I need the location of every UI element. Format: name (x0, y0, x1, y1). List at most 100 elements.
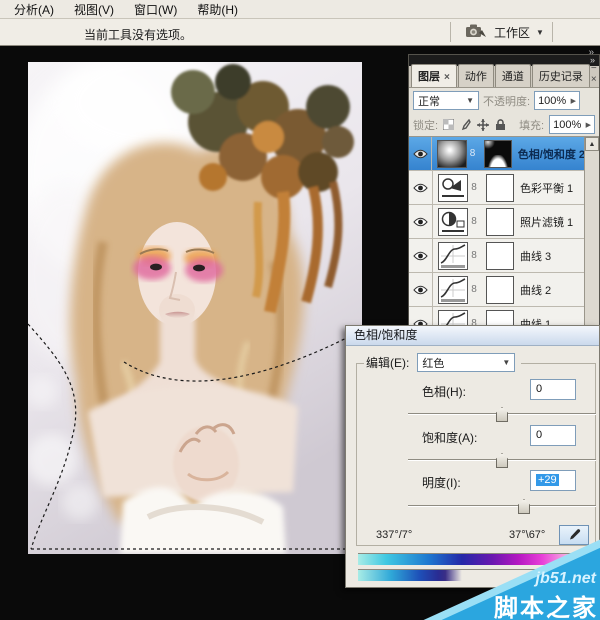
hue-spectrum-bar-top (358, 553, 594, 565)
layer-row-curves-2[interactable]: 8 曲线 2 (409, 273, 585, 307)
options-separator (450, 22, 451, 42)
mask-link-icon[interactable]: 8 (470, 182, 478, 193)
blend-mode-select[interactable]: 正常 ▼ (413, 91, 479, 110)
options-separator-2 (552, 22, 553, 42)
edit-label: 编辑(E): (364, 354, 411, 371)
saturation-slider-thumb[interactable] (496, 453, 508, 468)
menu-view[interactable]: 视图(V) (64, 0, 124, 20)
layer-row-hue-saturation-2[interactable]: 8 色相/饱和度 2 (409, 137, 585, 171)
hue-label: 色相(H): (422, 383, 466, 400)
panel-tabs: 图层 × 动作 通道 历史记录 − × (409, 66, 599, 88)
lock-all-padlock-icon[interactable] (495, 119, 506, 131)
tab-layers[interactable]: 图层 × (411, 64, 457, 87)
opacity-label: 不透明度: (483, 93, 530, 109)
layer-mask-thumbnail[interactable] (486, 276, 514, 304)
adjustment-thumbnail-curves[interactable] (438, 242, 468, 270)
hue-input[interactable]: 0 (530, 379, 576, 400)
fill-value: 100% (553, 119, 581, 131)
fill-input[interactable]: 100% ▶ (549, 115, 595, 134)
panel-window-controls[interactable]: − × (591, 63, 600, 87)
range-degrees-right: 37°\67° (509, 529, 545, 541)
tab-history[interactable]: 历史记录 (532, 64, 590, 87)
lock-pixels-brush-icon[interactable] (460, 119, 471, 131)
tab-actions[interactable]: 动作 (458, 64, 494, 87)
layer-name: 色彩平衡 1 (520, 180, 573, 196)
tool-options-message: 当前工具没有选项。 (84, 26, 192, 43)
layer-row-color-balance-1[interactable]: 8 色彩平衡 1 (409, 171, 585, 205)
range-degrees-left: 337°/7° (376, 529, 412, 541)
lock-row: 锁定: 填充: 100% ▶ (409, 113, 599, 137)
layer-row-photo-filter-1[interactable]: 8 照片滤镜 1 (409, 205, 585, 239)
visibility-eye-icon[interactable] (409, 273, 433, 306)
blend-mode-row: 正常 ▼ 不透明度: 100% ▶ (409, 88, 599, 113)
layer-name: 曲线 2 (520, 282, 551, 298)
edit-caret-icon: ▼ (502, 358, 510, 367)
layer-mask-thumbnail[interactable] (486, 174, 514, 202)
menu-bar: 分析(A) 视图(V) 窗口(W) 帮助(H) (0, 0, 600, 19)
saturation-slider[interactable] (408, 452, 596, 468)
workspace-button[interactable]: 工作区 ▼ (458, 22, 552, 43)
blend-mode-value: 正常 (418, 93, 440, 109)
layer-name: 照片滤镜 1 (520, 214, 573, 230)
fill-slider-arrow-icon[interactable]: ▶ (586, 121, 591, 129)
visibility-eye-icon[interactable] (409, 137, 432, 170)
lock-transparency-icon[interactable] (443, 119, 454, 130)
dialog-title[interactable]: 色相/饱和度 (346, 326, 599, 346)
layer-mask-thumbnail[interactable] (486, 242, 514, 270)
opacity-value: 100% (538, 95, 566, 107)
hue-saturation-dialog: 色相/饱和度 编辑(E): 红色 ▼ 色相(H): 0 饱和度(A): 0 明度… (345, 325, 600, 588)
photoshop-window: 分析(A) 视图(V) 窗口(W) 帮助(H) 当前工具没有选项。 工作区 ▼ (0, 0, 600, 620)
lock-label: 锁定: (413, 117, 438, 133)
fill-label: 填充: (519, 117, 544, 133)
tab-close-icon[interactable]: × (444, 72, 450, 83)
saturation-input[interactable]: 0 (530, 425, 576, 446)
adjustment-thumbnail-color-balance[interactable] (438, 174, 468, 202)
opacity-input[interactable]: 100% ▶ (534, 91, 580, 110)
tab-layers-label: 图层 (418, 71, 440, 83)
lightness-label: 明度(I): (422, 474, 461, 491)
mask-link-icon[interactable]: 8 (469, 148, 477, 159)
hue-spectrum-bar-bottom (358, 569, 594, 581)
mask-link-icon[interactable]: 8 (470, 284, 478, 295)
hue-slider-thumb[interactable] (496, 407, 508, 422)
lightness-slider[interactable] (408, 498, 596, 514)
mask-link-icon[interactable]: 8 (470, 250, 478, 261)
layers-scrollbar[interactable]: ▲ (584, 137, 599, 334)
adjustment-thumbnail-curves[interactable] (438, 276, 468, 304)
scrollbar-up-arrow-icon[interactable]: ▲ (585, 137, 599, 151)
photo-document[interactable] (28, 62, 362, 554)
adjustment-thumbnail-hue-sat[interactable] (437, 140, 466, 168)
saturation-value: 0 (536, 429, 542, 441)
blend-caret-icon: ▼ (466, 96, 474, 105)
hue-value: 0 (536, 383, 542, 395)
mask-link-icon[interactable]: 8 (470, 216, 478, 227)
layer-name: 色相/饱和度 2 (518, 146, 585, 162)
visibility-eye-icon[interactable] (409, 171, 433, 204)
hue-slider[interactable] (408, 406, 596, 422)
layer-row-curves-3[interactable]: 8 曲线 3 (409, 239, 585, 273)
visibility-eye-icon[interactable] (409, 205, 433, 238)
eyedropper-button[interactable] (559, 525, 589, 545)
layers-panel: » 图层× 动作 通道 历史记录 − × 正常 ▼ 不透明度: 100% ▶ 锁… (408, 54, 600, 335)
opacity-slider-arrow-icon[interactable]: ▶ (571, 97, 576, 105)
menu-window[interactable]: 窗口(W) (124, 0, 187, 20)
edit-channel-select[interactable]: 红色 ▼ (417, 353, 515, 372)
layers-list: 8 色相/饱和度 2 8 色彩平衡 1 8 (409, 137, 585, 334)
adjustment-thumbnail-photo-filter[interactable] (438, 208, 468, 236)
edit-channel-value: 红色 (422, 355, 444, 371)
lightness-slider-track (408, 505, 596, 507)
lightness-slider-thumb[interactable] (518, 499, 530, 514)
lock-position-move-icon[interactable] (477, 119, 489, 131)
menu-help[interactable]: 帮助(H) (187, 0, 248, 20)
layer-mask-thumbnail[interactable] (484, 140, 511, 168)
visibility-eye-icon[interactable] (409, 239, 433, 272)
bridge-camera-icon (466, 24, 488, 41)
eyedropper-icon (567, 528, 581, 542)
menu-analysis[interactable]: 分析(A) (4, 0, 64, 20)
workspace-caret-icon: ▼ (536, 28, 544, 37)
tab-channels[interactable]: 通道 (495, 64, 531, 87)
tool-options-bar: 当前工具没有选项。 工作区 ▼ (0, 19, 600, 46)
lightness-value-selected: +29 (536, 474, 559, 486)
layer-mask-thumbnail[interactable] (486, 208, 514, 236)
lightness-input[interactable]: +29 (530, 470, 576, 491)
